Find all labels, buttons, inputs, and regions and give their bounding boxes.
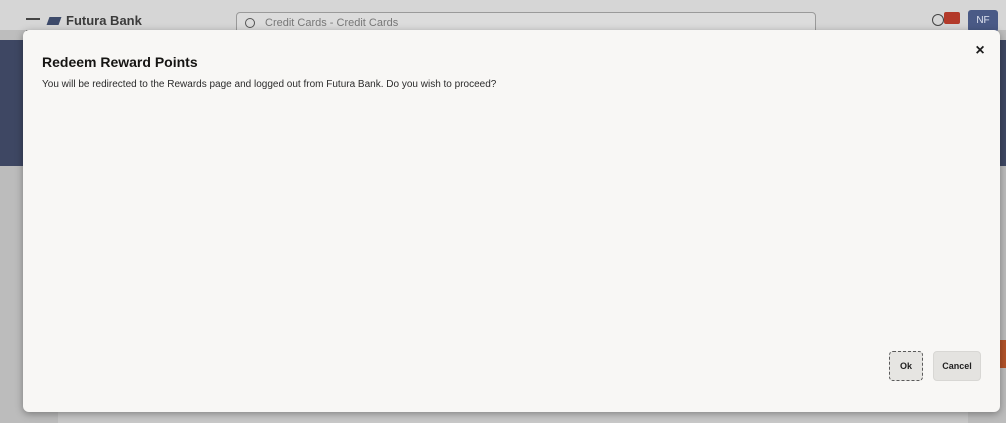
ok-button[interactable]: Ok — [889, 351, 923, 381]
cancel-button[interactable]: Cancel — [933, 351, 981, 381]
search-placeholder: Credit Cards - Credit Cards — [265, 17, 399, 29]
bank-logo-icon — [46, 16, 62, 25]
mail-badge-icon[interactable] — [944, 12, 960, 24]
avatar[interactable]: NF — [968, 10, 998, 32]
redeem-reward-points-dialog: Redeem Reward Points × You will be redir… — [23, 30, 1000, 412]
close-icon[interactable]: × — [971, 42, 989, 60]
search-icon — [245, 18, 255, 28]
app-header: Futura Bank Credit Cards - Credit Cards … — [0, 0, 1006, 34]
notification-icon[interactable] — [932, 14, 944, 26]
dialog-message: You will be redirected to the Rewards pa… — [42, 79, 497, 90]
dialog-title: Redeem Reward Points — [42, 54, 198, 70]
content-card — [58, 412, 968, 423]
brand[interactable]: Futura Bank — [46, 13, 142, 28]
brand-name: Futura Bank — [66, 13, 142, 28]
